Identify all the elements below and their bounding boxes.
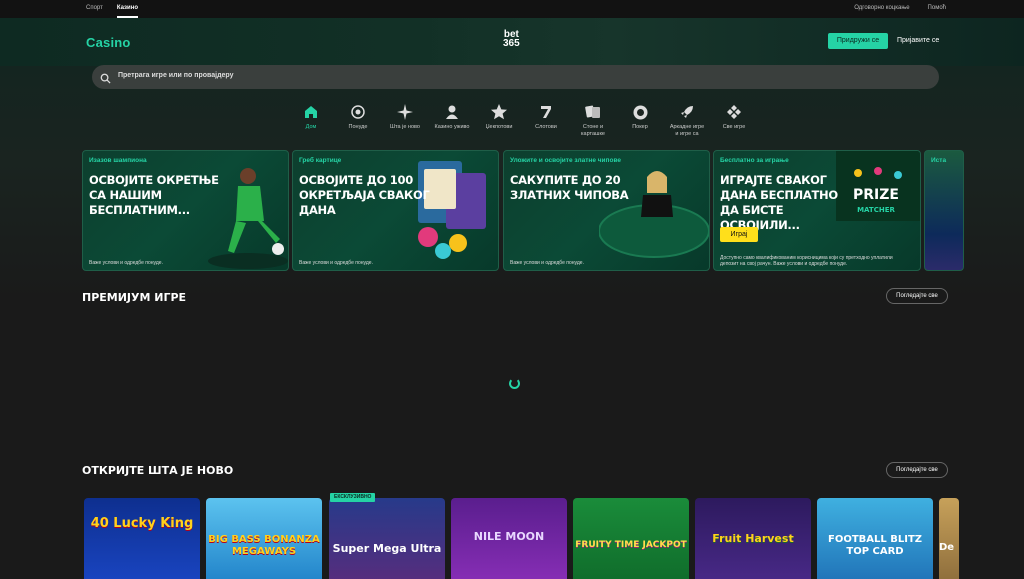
promo-tag: Иста: [931, 157, 947, 164]
sparkle-icon: [386, 102, 424, 122]
dealer-icon: [433, 102, 471, 122]
promo-terms: Важе услови и одредбе понуде.: [299, 260, 373, 266]
category-poker[interactable]: Покер: [621, 102, 659, 138]
dealer-image: [598, 151, 709, 270]
promo-title: ИГРАЈТЕ СВАКОГ ДАНА БЕСПЛАТНО ДА БИСТЕ О…: [720, 173, 838, 232]
category-offers[interactable]: Понуде: [339, 102, 377, 138]
promo-title: САКУПИТЕ ДО 20 ЗЛАТНИХ ЧИПОВА: [510, 173, 629, 202]
category-home[interactable]: Дом: [292, 102, 330, 138]
premium-see-all-button[interactable]: Погледајте све: [886, 288, 948, 304]
promo-title: ОСВОЈИТЕ ДО 100 ОКРЕТЉАЈА СВАКОГ ДАНА: [299, 173, 430, 217]
promo-card-champions[interactable]: Изазов шампиона ОСВОЈИТЕ ОКРЕТЊЕ СА НАШИ…: [82, 150, 289, 271]
game-title: FRUITY TIME JACKPOT: [575, 540, 687, 550]
header: Casino bet 365 Придружи се Пријавите се: [0, 18, 1024, 66]
game-tile[interactable]: De: [939, 498, 959, 579]
category-slots[interactable]: Слотови: [527, 102, 565, 138]
game-title: De: [939, 542, 955, 553]
help-link[interactable]: Помоћ: [928, 5, 946, 11]
promo-tag: Изазов шампиона: [89, 157, 147, 164]
category-label: Понуде: [348, 124, 368, 130]
promo-card-free-to-play[interactable]: PRIZE MATCHER Бесплатно за играње ИГРАЈТЕ…: [713, 150, 921, 271]
game-title: 40 Lucky King: [90, 516, 194, 531]
game-title: FOOTBALL BLITZ TOP CARD: [827, 534, 923, 557]
chip-icon: [621, 102, 659, 122]
game-tile[interactable]: Fruit Harvest: [695, 498, 811, 579]
game-tile[interactable]: NILE MOON: [451, 498, 567, 579]
game-tile[interactable]: FRUITY TIME JACKPOT: [573, 498, 689, 579]
casino-brand[interactable]: Casino: [86, 35, 131, 50]
category-live-casino[interactable]: Казино уживо: [433, 102, 471, 138]
cards-icon: [574, 102, 612, 122]
new-games-title: ОТКРИЈТЕ ШТА ЈЕ НОВО: [82, 464, 234, 477]
promo-terms: Доступно само квалификованим корисницима…: [720, 255, 893, 267]
seven-icon: [527, 102, 565, 122]
promo-tag: Греб картице: [299, 157, 342, 164]
promo-tag: Уложите и освојите златне чипове: [510, 157, 621, 164]
prize-logo-text: PRIZE: [853, 187, 899, 203]
game-tile[interactable]: 40 Lucky King: [84, 498, 200, 579]
game-title: Fruit Harvest: [712, 532, 794, 545]
promo-card-scratch[interactable]: Греб картице ОСВОЈИТЕ ДО 100 ОКРЕТЉАЈА С…: [292, 150, 499, 271]
product-tabs: Спорт Казино: [86, 5, 138, 18]
game-tile[interactable]: FOOTBALL BLITZ TOP CARD: [817, 498, 933, 579]
category-label: Дом: [305, 124, 317, 130]
category-label: Слотови: [535, 124, 557, 130]
category-arcade[interactable]: Аркадне игре и игре са: [668, 102, 706, 138]
category-label: Казино уживо: [434, 124, 470, 130]
loading-spinner-icon: [509, 378, 520, 389]
logo-bottom: 365: [503, 38, 520, 49]
tab-sport[interactable]: Спорт: [86, 5, 103, 18]
join-button[interactable]: Придружи се: [828, 33, 888, 49]
search-icon: [100, 71, 111, 89]
login-button[interactable]: Пријавите се: [897, 37, 939, 44]
new-see-all-button[interactable]: Погледајте све: [886, 462, 948, 478]
category-jackpots[interactable]: Џекпотови: [480, 102, 518, 138]
matcher-logo-text: MATCHER: [857, 206, 895, 214]
promo-terms: Важе услови и одредбе понуде.: [89, 260, 163, 266]
star-icon: [480, 102, 518, 122]
responsible-gambling-link[interactable]: Одговорно коцкање: [854, 5, 909, 11]
search-input[interactable]: Претрага игре или по провајдеру: [92, 65, 939, 89]
category-label: Шта је ново: [390, 124, 420, 130]
promo-title: ОСВОЈИТЕ ОКРЕТЊЕ СА НАШИМ БЕСПЛАТНИМ...: [89, 173, 219, 217]
home-icon: [292, 102, 330, 122]
promo-card-golden-chips[interactable]: Уложите и освојите златне чипове САКУПИТ…: [503, 150, 710, 271]
play-button[interactable]: Играј: [720, 227, 758, 242]
promo-card-partial[interactable]: Иста: [924, 150, 964, 271]
promo-tag: Бесплатно за играње: [720, 157, 789, 164]
bet365-logo[interactable]: bet 365: [503, 30, 520, 49]
category-new[interactable]: Шта је ново: [386, 102, 424, 138]
category-label: Стоне и карташке: [581, 124, 605, 137]
offers-icon: [339, 102, 377, 122]
tab-casino[interactable]: Казино: [116, 5, 138, 18]
category-all-games[interactable]: Све игре: [715, 102, 753, 138]
rocket-icon: [668, 102, 706, 122]
category-label: Покер: [632, 124, 648, 130]
game-tile[interactable]: BIG BASS BONANZA MEGAWAYS: [206, 498, 322, 579]
game-title: BIG BASS BONANZA MEGAWAYS: [208, 534, 320, 557]
game-title: Super Mega Ultra: [332, 542, 442, 555]
grid-icon: [715, 102, 753, 122]
utility-links: Одговорно коцкање Помоћ: [854, 5, 946, 11]
premium-games-title: ПРЕМИЈУМ ИГРЕ: [82, 291, 187, 304]
game-tile[interactable]: Super Mega Ultra: [329, 498, 445, 579]
category-label: Аркадне игре и игре са: [669, 124, 705, 137]
category-nav: Дом Понуде Шта је ново Казино уживо Џекп…: [292, 102, 762, 138]
category-label: Све игре: [722, 124, 746, 130]
category-table-games[interactable]: Стоне и карташке: [574, 102, 612, 138]
game-title: NILE MOON: [473, 530, 545, 543]
promo-terms: Важе услови и одредбе понуде.: [510, 260, 584, 266]
top-bar: Спорт Казино Одговорно коцкање Помоћ: [0, 0, 1024, 18]
category-label: Џекпотови: [485, 124, 513, 130]
search-placeholder: Претрага игре или по провајдеру: [118, 72, 234, 79]
exclusive-badge: ЕКСКЛУЗИВНО: [330, 493, 376, 502]
